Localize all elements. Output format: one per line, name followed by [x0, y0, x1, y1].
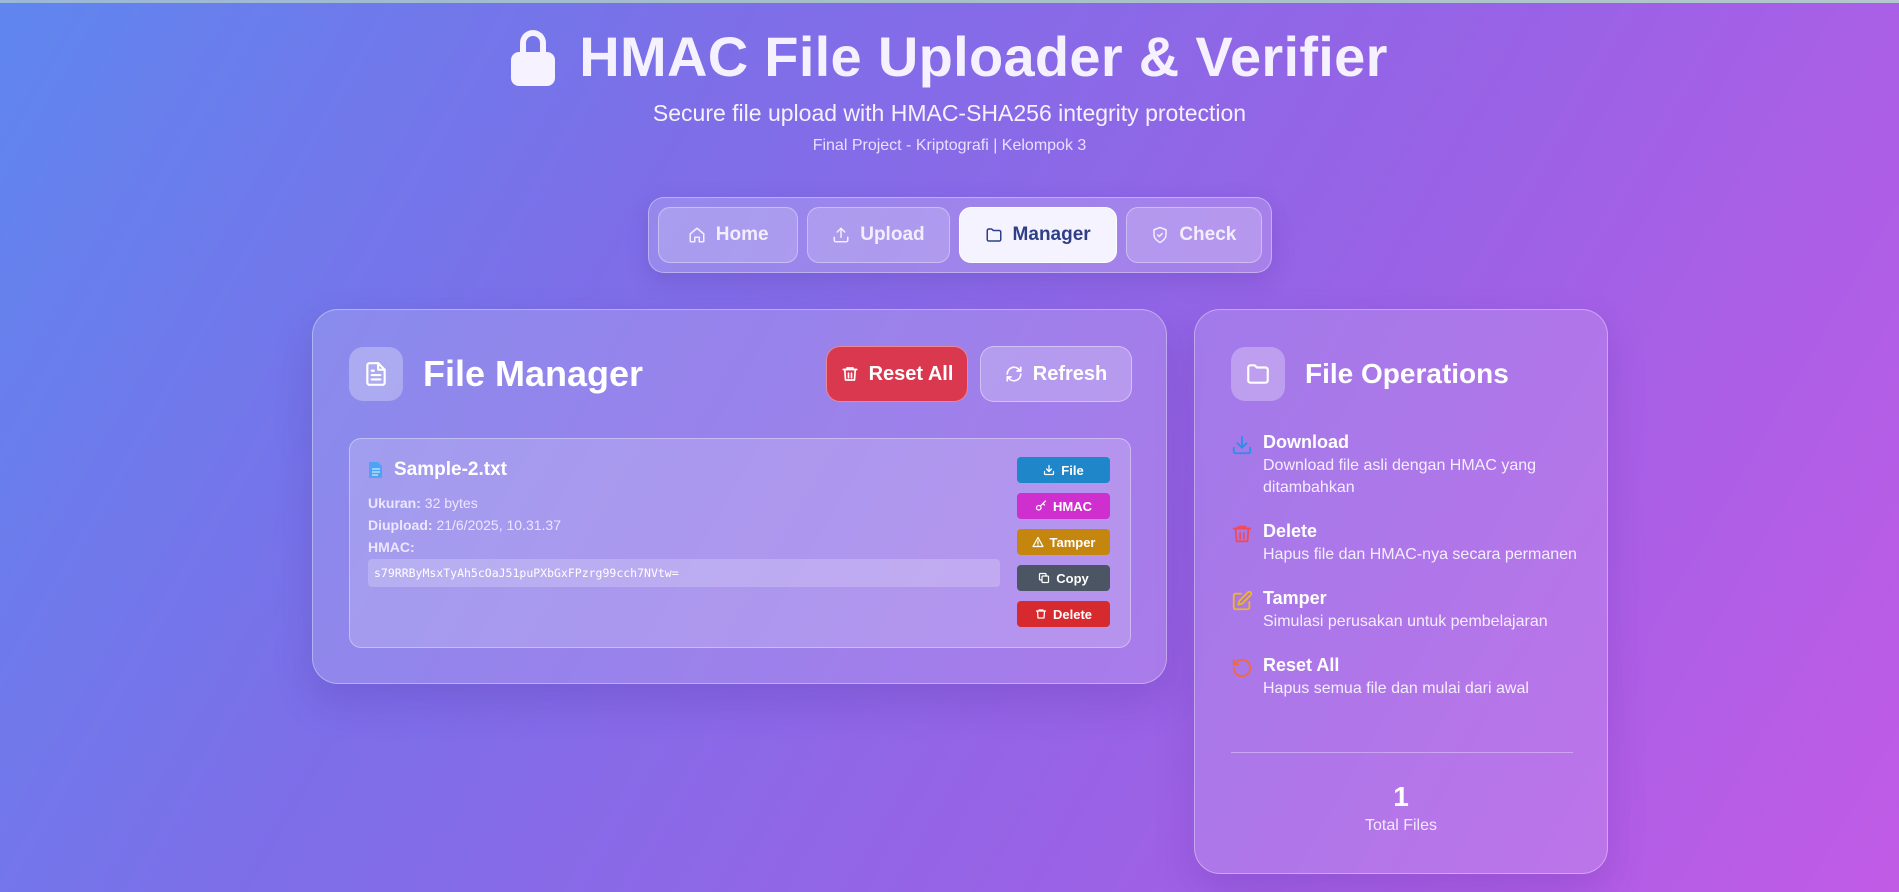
operation-desc: Hapus file dan HMAC-nya secara permanen: [1263, 546, 1577, 563]
upload-icon: [833, 227, 849, 243]
file-manager-card: File Manager Reset All Refresh Sample-2.…: [312, 309, 1167, 684]
page-subtitle: Secure file upload with HMAC-SHA256 inte…: [652, 100, 1247, 126]
file-manager-header: File Manager: [349, 347, 643, 401]
folder-icon: [986, 228, 1002, 242]
delete-file-button[interactable]: Delete: [1017, 601, 1110, 627]
file-icon: [369, 462, 382, 478]
tab-upload-label: Upload: [860, 224, 925, 245]
total-files-stat: 1 Total Files: [1195, 781, 1607, 835]
file-operations-title: File Operations: [1305, 358, 1509, 389]
download-hmac-button[interactable]: HMAC: [1017, 493, 1110, 519]
tab-manager[interactable]: Manager: [958, 207, 1117, 263]
edit-icon: [1232, 590, 1253, 611]
file-manager-title: File Manager: [423, 353, 644, 394]
tab-check[interactable]: Check: [1125, 207, 1262, 263]
home-icon: [689, 227, 705, 243]
rotate-ccw-icon: [1232, 658, 1252, 678]
copy-hmac-button[interactable]: Copy: [1017, 565, 1110, 591]
operation-delete: Delete Hapus file dan HMAC-nya secara pe…: [1231, 521, 1581, 566]
reset-all-label: Reset All: [868, 362, 954, 385]
tamper-label: Tamper: [1049, 534, 1096, 550]
file-item: Sample-2.txt Ukuran: 32 bytes Diupload: …: [349, 438, 1131, 648]
tab-upload[interactable]: Upload: [807, 207, 950, 263]
operation-title: Reset All: [1263, 655, 1340, 675]
file-size: 32 bytes: [424, 495, 478, 511]
operation-desc: Hapus semua file dan mulai dari awal: [1263, 680, 1529, 697]
file-text-icon: [349, 347, 403, 401]
file-hmac-label-row: HMAC:: [368, 539, 415, 555]
file-uploaded-label: Diupload:: [368, 517, 433, 533]
file-hmac-label: HMAC:: [368, 539, 415, 555]
download-icon: [1232, 435, 1252, 455]
operation-title: Tamper: [1263, 588, 1327, 608]
key-icon: [1035, 500, 1047, 511]
download-file-button[interactable]: File: [1017, 457, 1110, 483]
operation-title: Delete: [1263, 521, 1318, 541]
refresh-label: Refresh: [1032, 362, 1108, 385]
total-files-label: Total Files: [1364, 817, 1438, 834]
shield-check-icon: [1153, 226, 1168, 244]
operations-list: Download Download file asli dengan HMAC …: [1231, 432, 1581, 722]
operation-desc: Download file asli dengan HMAC yang dita…: [1263, 457, 1537, 496]
trash-icon: [842, 367, 858, 381]
operation-tamper: Tamper Simulasi perusakan untuk pembelaj…: [1231, 588, 1581, 633]
folder-icon: [1231, 347, 1285, 401]
file-uploaded: 21/6/2025, 10.31.37: [436, 517, 561, 533]
tab-home[interactable]: Home: [658, 207, 799, 263]
page-header: HMAC File Uploader & Verifier Secure fil…: [0, 22, 1899, 155]
tab-check-label: Check: [1179, 224, 1237, 245]
copy-icon: [1039, 572, 1050, 584]
trash-icon: [1035, 609, 1047, 619]
title-row: HMAC File Uploader & Verifier: [0, 22, 1899, 90]
file-size-row: Ukuran: 32 bytes: [368, 495, 478, 511]
operation-download: Download Download file asli dengan HMAC …: [1231, 432, 1581, 499]
download-hmac-label: HMAC: [1053, 498, 1092, 514]
tab-manager-label: Manager: [1012, 224, 1091, 245]
file-operations-card: File Operations Download Download file a…: [1194, 309, 1608, 874]
file-operations-header: File Operations: [1231, 347, 1509, 401]
lock-icon: [511, 30, 556, 86]
download-icon: [1044, 464, 1055, 476]
file-uploaded-row: Diupload: 21/6/2025, 10.31.37: [368, 517, 561, 533]
total-files-count: 1: [1393, 781, 1409, 812]
refresh-button[interactable]: Refresh: [980, 346, 1132, 402]
copy-label: Copy: [1056, 570, 1089, 586]
file-hmac-value: s79RRByMsxTyAh5cOaJ51puPXbGxFPzrg99cch7N…: [368, 559, 1000, 587]
delete-label: Delete: [1052, 606, 1093, 622]
tab-home-label: Home: [715, 224, 769, 245]
top-accent-line: [0, 0, 1899, 3]
download-file-label: File: [1061, 462, 1084, 478]
reset-all-button[interactable]: Reset All: [826, 346, 968, 402]
warning-icon: [1031, 536, 1044, 548]
tamper-button[interactable]: Tamper: [1017, 529, 1110, 555]
file-actions: File HMAC Tamper Copy Delete: [1017, 457, 1110, 627]
operation-desc: Simulasi perusakan untuk pembelajaran: [1263, 613, 1548, 630]
file-name: Sample-2.txt: [394, 459, 507, 480]
file-name-row: Sample-2.txt: [368, 459, 507, 481]
refresh-icon: [1006, 366, 1022, 382]
course-info: Final Project - Kriptografi | Kelompok 3: [812, 137, 1087, 154]
page-title: HMAC File Uploader & Verifier: [579, 24, 1388, 88]
trash-icon: [1232, 525, 1252, 543]
divider: [1231, 752, 1573, 753]
file-size-label: Ukuran:: [368, 495, 421, 511]
main-nav: Home Upload Manager Check: [648, 197, 1272, 273]
operation-title: Download: [1263, 432, 1349, 452]
operation-reset-all: Reset All Hapus semua file dan mulai dar…: [1231, 655, 1581, 700]
